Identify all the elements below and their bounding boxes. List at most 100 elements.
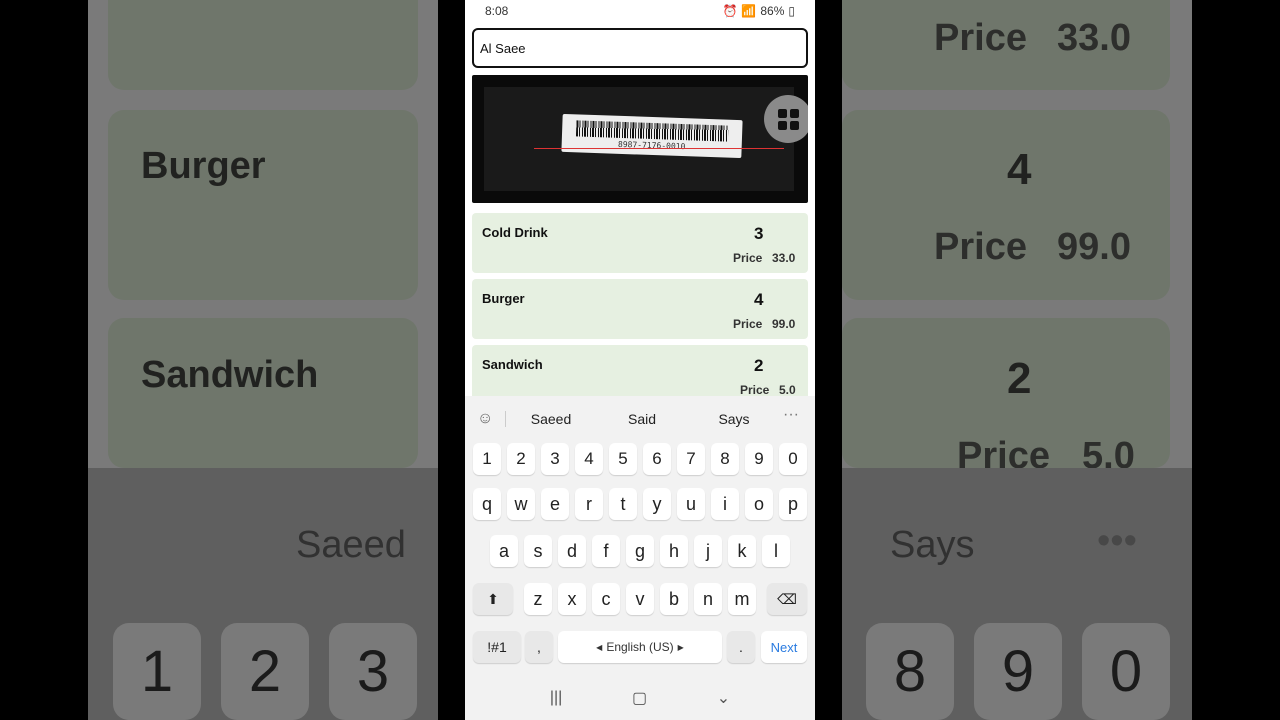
- key-x[interactable]: x: [558, 583, 586, 615]
- bg-card: [108, 0, 418, 90]
- bg-keyboard: Saeed 1 2 3: [88, 468, 438, 720]
- key-h[interactable]: h: [660, 535, 688, 567]
- phone-screen: 8:08 ⏰ 📶 86% ▯ 8987-7176-0010: [465, 0, 815, 720]
- key-f[interactable]: f: [592, 535, 620, 567]
- key-8[interactable]: 8: [711, 443, 739, 475]
- wifi-icon: 📶: [741, 4, 757, 18]
- nav-bar: ||| ▢ ⌄: [465, 676, 815, 720]
- key-0[interactable]: 0: [779, 443, 807, 475]
- key-y[interactable]: y: [643, 488, 671, 520]
- key-k[interactable]: k: [728, 535, 756, 567]
- list-item[interactable]: Burger 4 Price 99.0: [472, 279, 808, 339]
- bg-key: 8: [866, 623, 954, 720]
- recents-icon[interactable]: |||: [550, 689, 562, 707]
- grid-icon: [777, 108, 799, 130]
- space-key[interactable]: ◀ English (US) ▶: [558, 631, 722, 663]
- emoji-icon[interactable]: ☺: [477, 410, 493, 428]
- search-input-container[interactable]: [472, 28, 808, 68]
- key-c[interactable]: c: [592, 583, 620, 615]
- key-7[interactable]: 7: [677, 443, 705, 475]
- item-qty: 3: [754, 224, 764, 243]
- item-name: Cold Drink: [482, 225, 548, 240]
- status-icons: ⏰ 📶 86% ▯: [722, 4, 795, 18]
- bg-price-label: Price: [934, 226, 1027, 268]
- bg-suggestion: Says: [890, 524, 975, 566]
- key-9[interactable]: 9: [745, 443, 773, 475]
- key-2[interactable]: 2: [507, 443, 535, 475]
- key-b[interactable]: b: [660, 583, 688, 615]
- bg-card: [842, 110, 1170, 300]
- background-right: Price 33.0 4 Price 99.0 2 Price 5.0 Says…: [842, 0, 1192, 720]
- item-price: 5.0: [779, 383, 796, 396]
- key-g[interactable]: g: [626, 535, 654, 567]
- comma-key[interactable]: ,: [525, 631, 553, 663]
- key-l[interactable]: l: [762, 535, 790, 567]
- back-icon[interactable]: ⌄: [717, 688, 730, 708]
- bg-item-name: Sandwich: [141, 354, 319, 396]
- key-6[interactable]: 6: [643, 443, 671, 475]
- divider: [505, 411, 506, 427]
- list-item[interactable]: Sandwich 2 Price 5.0: [472, 345, 808, 396]
- grid-view-button[interactable]: [764, 95, 808, 143]
- item-price-label: Price: [733, 251, 763, 265]
- key-r[interactable]: r: [575, 488, 603, 520]
- key-z[interactable]: z: [524, 583, 552, 615]
- item-price: 99.0: [772, 317, 796, 331]
- suggestion-word[interactable]: Saeed: [511, 411, 591, 427]
- bg-key: 9: [974, 623, 1062, 720]
- search-input[interactable]: [480, 40, 806, 56]
- suggestion-word[interactable]: Says: [694, 411, 774, 427]
- bg-qty: 2: [1007, 354, 1032, 403]
- shift-key[interactable]: ⬆: [473, 583, 513, 615]
- key-w[interactable]: w: [507, 488, 535, 520]
- bg-qty: 4: [1007, 145, 1032, 194]
- battery-text: 86%: [760, 4, 785, 18]
- key-m[interactable]: m: [728, 583, 756, 615]
- key-u[interactable]: u: [677, 488, 705, 520]
- space-label: English (US): [606, 640, 674, 654]
- key-o[interactable]: o: [745, 488, 773, 520]
- item-qty: 4: [754, 290, 764, 309]
- key-s[interactable]: s: [524, 535, 552, 567]
- camera-preview: 8987-7176-0010: [484, 87, 794, 191]
- bg-price: 33.0: [1057, 17, 1131, 59]
- key-a[interactable]: a: [490, 535, 518, 567]
- more-icon[interactable]: ···: [783, 406, 799, 424]
- backspace-key[interactable]: ⌫: [767, 583, 807, 615]
- next-key[interactable]: Next: [761, 631, 807, 663]
- bg-card: [108, 110, 418, 300]
- key-4[interactable]: 4: [575, 443, 603, 475]
- key-d[interactable]: d: [558, 535, 586, 567]
- chevron-left-icon: ◀: [596, 642, 603, 652]
- status-bar: 8:08 ⏰ 📶 86% ▯: [465, 0, 815, 22]
- key-j[interactable]: j: [694, 535, 722, 567]
- bg-key: 3: [329, 623, 417, 720]
- key-p[interactable]: p: [779, 488, 807, 520]
- barcode-label: 8987-7176-0010: [561, 113, 743, 159]
- key-e[interactable]: e: [541, 488, 569, 520]
- bg-keyboard: Says ••• 8 9 0: [842, 468, 1192, 720]
- home-icon[interactable]: ▢: [632, 688, 647, 708]
- bg-item-name: Burger: [141, 145, 266, 187]
- item-price-label: Price: [740, 383, 770, 396]
- key-i[interactable]: i: [711, 488, 739, 520]
- bg-key: 1: [113, 623, 201, 720]
- key-v[interactable]: v: [626, 583, 654, 615]
- key-3[interactable]: 3: [541, 443, 569, 475]
- item-list: Cold Drink 3 Price 33.0 Burger 4 Price 9…: [472, 213, 808, 396]
- list-item[interactable]: Cold Drink 3 Price 33.0: [472, 213, 808, 273]
- key-1[interactable]: 1: [473, 443, 501, 475]
- key-q[interactable]: q: [473, 488, 501, 520]
- chevron-right-icon: ▶: [677, 642, 684, 652]
- item-name: Burger: [482, 291, 525, 306]
- item-price: 33.0: [772, 251, 796, 265]
- period-key[interactable]: .: [727, 631, 755, 663]
- key-5[interactable]: 5: [609, 443, 637, 475]
- soft-keyboard: ☺ Saeed Said Says ··· 1234567890 qwertyui…: [465, 396, 815, 720]
- key-t[interactable]: t: [609, 488, 637, 520]
- symbols-key[interactable]: !#1: [473, 631, 521, 663]
- suggestion-word[interactable]: Said: [602, 411, 682, 427]
- bg-price-label: Price: [934, 17, 1027, 59]
- bg-key: 2: [221, 623, 309, 720]
- key-n[interactable]: n: [694, 583, 722, 615]
